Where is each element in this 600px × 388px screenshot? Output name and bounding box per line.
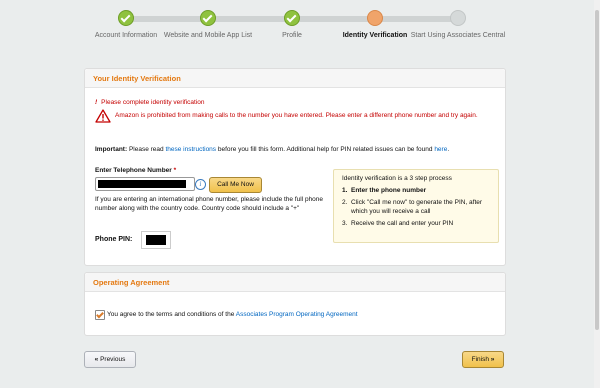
tip-item: 3. Receive the call and enter your PIN: [342, 220, 454, 227]
identity-verification-panel: Your Identity Verification ! Please compl…: [84, 68, 506, 266]
panel-heading: Your Identity Verification: [85, 69, 505, 88]
tip-item: 1. Enter the phone number: [342, 187, 427, 194]
previous-button[interactable]: « Previous: [84, 351, 136, 368]
phone-number-input[interactable]: [95, 177, 195, 191]
scrollbar[interactable]: [594, 0, 600, 388]
important-text: before you fill this form. Additional he…: [217, 146, 433, 153]
info-icon[interactable]: i: [195, 179, 206, 190]
current-step-icon: [367, 10, 383, 26]
finish-label: Finish: [471, 356, 489, 363]
operating-agreement-panel: Operating Agreement You agree to the ter…: [84, 272, 506, 336]
agree-label: You agree to the terms and conditions of…: [107, 311, 235, 318]
tips-title: Identity verification is a 3 step proces…: [342, 175, 452, 182]
call-me-now-button[interactable]: Call Me Now: [209, 177, 262, 193]
tips-list: 1. Enter the phone number 2. Click "Call m…: [342, 186, 492, 231]
double-chevron-left-icon: «: [94, 356, 99, 363]
international-number-note: If you are entering an international pho…: [95, 196, 324, 212]
progress-steps: Account Information Website and Mobile A…: [84, 4, 516, 64]
phone-pin-label: Phone PIN:: [95, 236, 133, 243]
check-icon: [118, 10, 134, 26]
previous-label: Previous: [100, 356, 126, 363]
important-note: Important: Please read these instruction…: [95, 146, 449, 153]
help-here-link[interactable]: here: [434, 146, 447, 153]
redacted-value: [146, 235, 166, 245]
check-icon: [284, 10, 300, 26]
agree-checkbox[interactable]: [95, 310, 105, 320]
instructions-link[interactable]: these instructions: [165, 146, 216, 153]
tip-item: 2. Click "Call me now" to generate the PI…: [342, 199, 483, 215]
double-chevron-right-icon: »: [490, 356, 495, 363]
important-prefix: Important:: [95, 146, 128, 153]
phone-label-text: Enter Telephone Number: [95, 167, 172, 174]
important-end: .: [447, 146, 450, 153]
error-required: ! Please complete identity verification: [95, 99, 205, 106]
important-text: Please read: [128, 146, 164, 153]
verification-steps-box: Identity verification is a 3 step proces…: [333, 169, 499, 243]
finish-button[interactable]: Finish »: [462, 351, 504, 368]
scrollbar-thumb[interactable]: [595, 10, 599, 330]
check-icon: [200, 10, 216, 26]
error-icon: !: [95, 99, 98, 106]
agree-text: You agree to the terms and conditions of…: [107, 311, 358, 318]
error-prohibited: Amazon is prohibited from making calls t…: [115, 112, 478, 119]
required-mark: *: [173, 167, 177, 174]
step-start-using: Start Using Associates Central: [408, 10, 508, 40]
step-label: Start Using Associates Central: [410, 32, 506, 39]
operating-agreement-link[interactable]: Associates Program Operating Agreement: [236, 311, 358, 318]
redacted-value: [98, 180, 186, 188]
panel-heading: Operating Agreement: [85, 273, 505, 292]
error-required-text: Please complete identity verification: [101, 99, 205, 106]
phone-pin-input[interactable]: [141, 231, 171, 249]
warning-icon: [95, 109, 111, 123]
pending-step-icon: [450, 10, 466, 26]
phone-number-label: Enter Telephone Number *: [95, 167, 176, 174]
